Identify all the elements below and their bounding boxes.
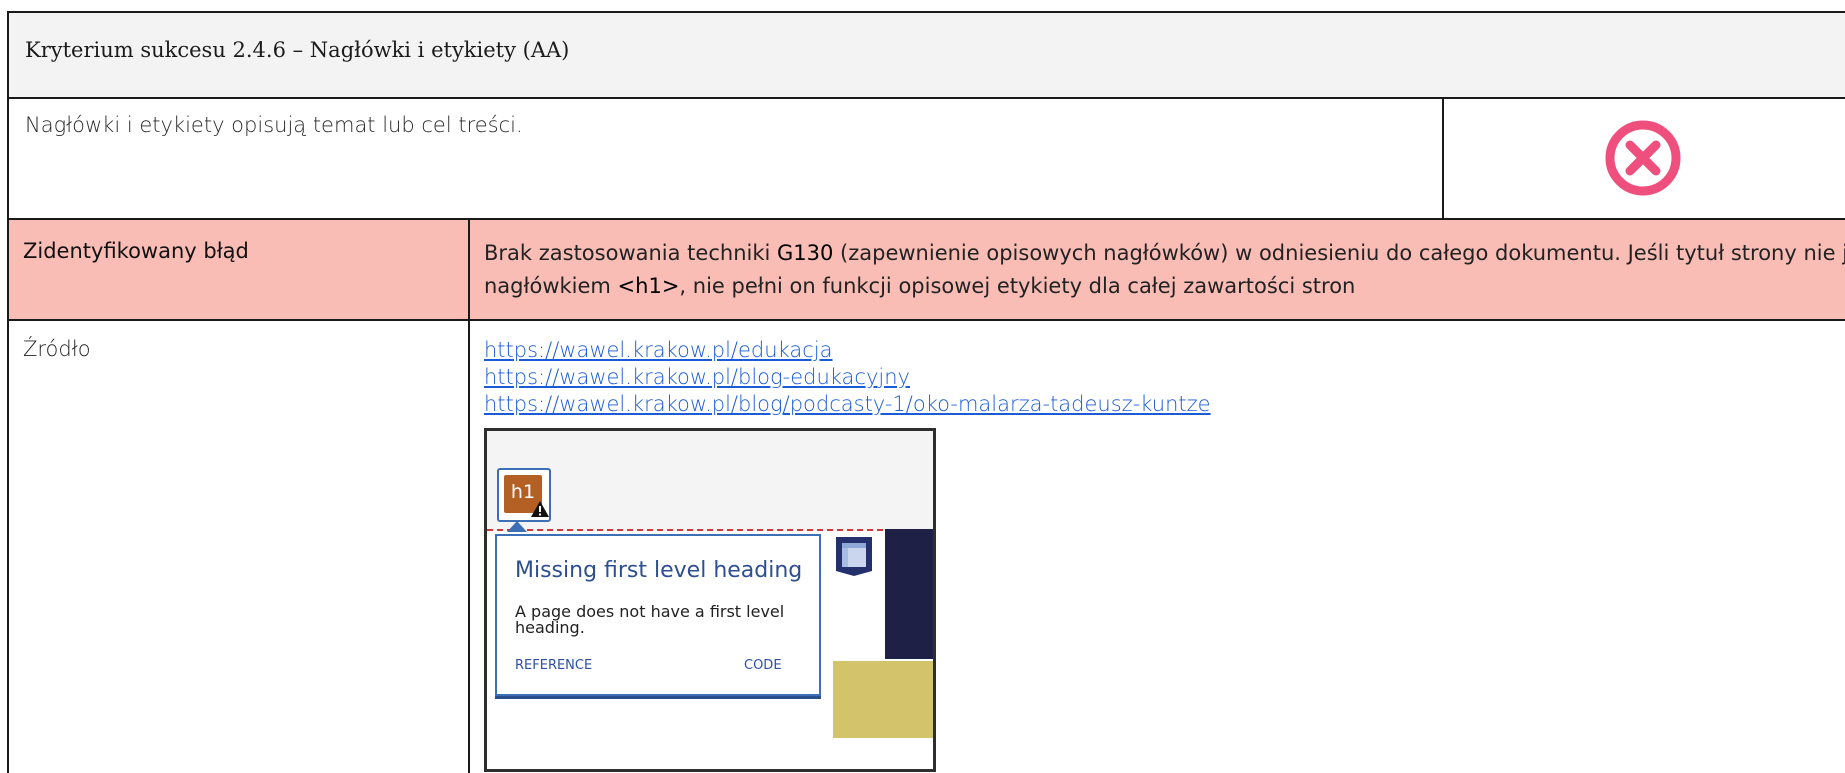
error-description-cell: Brak zastosowania techniki G130 (zapewni… <box>467 218 1845 321</box>
criterion-status-cell <box>1441 97 1845 220</box>
h1-tag-text: <h1> <box>617 273 680 298</box>
source-label: Źródło <box>23 337 91 361</box>
report-page: Kryterium sukcesu 2.4.6 – Nagłówki i ety… <box>0 0 1845 773</box>
fail-x-circle-icon <box>1605 120 1681 196</box>
criterion-title-row: Kryterium sukcesu 2.4.6 – Nagłówki i ety… <box>6 11 1845 99</box>
h1-badge: h1 <box>497 467 551 522</box>
source-link-3[interactable]: https://wawel.krakow.pl/blog/podcasty-1/… <box>484 391 1845 418</box>
code-button[interactable]: CODE <box>744 658 782 673</box>
accessibility-report-table: Kryterium sukcesu 2.4.6 – Nagłówki i ety… <box>6 11 1845 773</box>
issue-popover: Missing first level heading A page does … <box>495 533 821 696</box>
error-text-before: Brak zastosowania techniki <box>484 241 778 265</box>
popover-arrow <box>507 520 527 532</box>
error-label: Zidentyfikowany błąd <box>23 239 249 263</box>
error-text-after: , nie pełni on funkcji opisowej etykiety… <box>679 273 1356 298</box>
technique-code: G130 <box>777 241 834 265</box>
error-label-cell: Zidentyfikowany błąd <box>7 218 470 321</box>
screenshot-image-block <box>833 660 933 738</box>
criterion-title: Kryterium sukcesu 2.4.6 – Nagłówki i ety… <box>25 38 570 62</box>
reference-button[interactable]: REFERENCE <box>515 658 592 673</box>
screenshot-header-area <box>487 430 933 531</box>
source-links: https://wawel.krakow.pl/edukacja https:/… <box>470 321 1845 418</box>
source-link-2[interactable]: https://wawel.krakow.pl/blog-edukacyjny <box>484 364 1845 391</box>
warning-icon <box>531 500 549 517</box>
source-link-1[interactable]: https://wawel.krakow.pl/edukacja <box>484 337 1845 364</box>
screenshot-navy-panel <box>885 528 933 659</box>
page-layout-icon <box>836 536 872 576</box>
criterion-description: Nagłówki i etykiety opisują temat lub ce… <box>25 113 523 137</box>
error-description: Brak zastosowania techniki G130 (zapewni… <box>470 220 1845 302</box>
source-content-cell: https://wawel.krakow.pl/edukacja https:/… <box>467 319 1845 773</box>
evidence-screenshot: h1 Missing first level heading A page do… <box>484 427 936 772</box>
criterion-description-cell: Nagłówki i etykiety opisują temat lub ce… <box>7 97 1444 220</box>
source-label-cell: Źródło <box>7 319 470 773</box>
popover-body: A page does not have a first level headi… <box>515 601 785 638</box>
popover-title: Missing first level heading <box>515 557 803 583</box>
